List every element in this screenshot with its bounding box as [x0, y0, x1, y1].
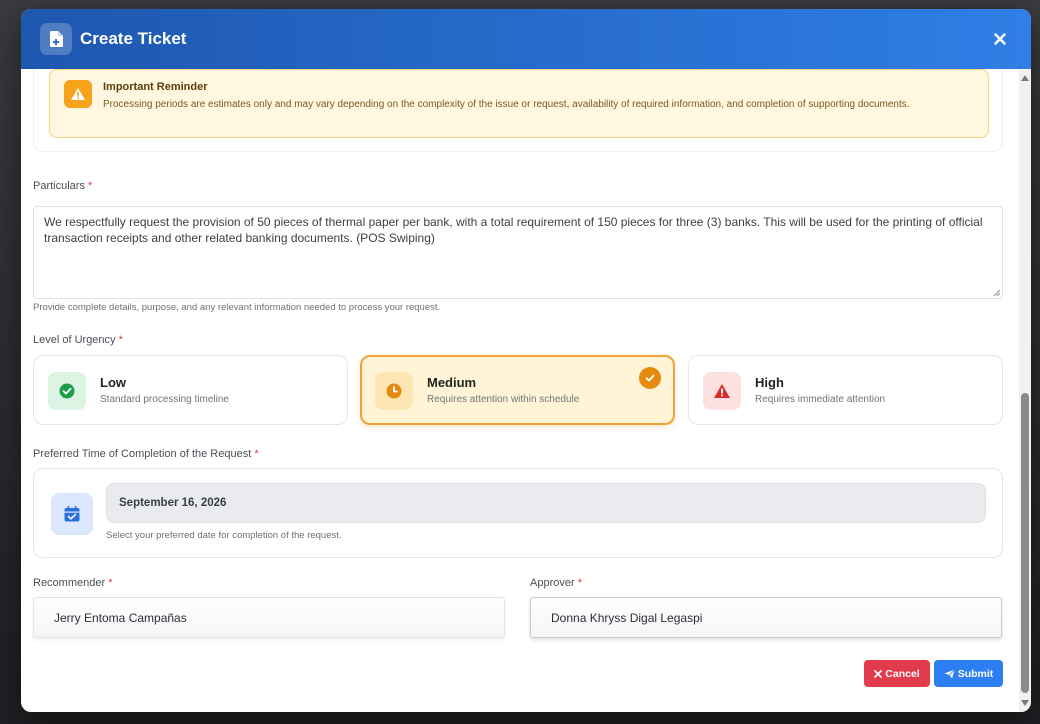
calendar-check-icon: [51, 493, 93, 535]
cancel-label: Cancel: [885, 667, 920, 680]
resize-grip-icon[interactable]: [991, 287, 1001, 297]
submit-label: Submit: [957, 667, 994, 680]
warning-icon: [64, 80, 92, 108]
scroll-thumb[interactable]: [1021, 393, 1029, 693]
required-mark: *: [88, 180, 93, 192]
particulars-label-text: Particulars: [33, 180, 85, 192]
urgency-title: Medium: [427, 375, 477, 390]
required-mark: *: [254, 448, 259, 460]
urgency-desc: Requires immediate attention: [755, 394, 886, 405]
urgency-option-high[interactable]: High Requires immediate attention: [688, 355, 1003, 425]
approver-select[interactable]: Donna Khryss Digal Legaspi: [530, 597, 1002, 638]
check-circle-icon: [48, 372, 86, 410]
modal-body: Important Reminder Processing periods ar…: [21, 69, 1019, 712]
urgency-title: Low: [100, 375, 126, 390]
urgency-desc: Requires attention within schedule: [427, 394, 580, 405]
completion-help: Select your preferred date for completio…: [106, 530, 342, 541]
urgency-title: High: [755, 375, 784, 390]
approver-value: Donna Khryss Digal Legaspi: [551, 610, 703, 625]
urgency-option-medium[interactable]: Medium Requires attention within schedul…: [360, 355, 675, 425]
completion-date-input[interactable]: [106, 483, 986, 523]
modal-header: Create Ticket: [21, 9, 1031, 69]
selected-check-icon: [639, 367, 661, 389]
urgency-label: Level of Urgency *: [33, 334, 123, 346]
reminder-title: Important Reminder: [103, 81, 208, 93]
recommender-label-text: Recommender: [33, 577, 106, 589]
close-button[interactable]: [988, 27, 1012, 51]
close-icon: [994, 33, 1006, 45]
submit-button[interactable]: Submit: [934, 660, 1003, 687]
recommender-select[interactable]: Jerry Entoma Campañas: [33, 597, 505, 638]
scroll-down-arrow-icon[interactable]: [1021, 700, 1029, 706]
particulars-textarea[interactable]: We respectfully request the provision of…: [33, 206, 1003, 299]
modal-scrollbar[interactable]: [1019, 69, 1031, 712]
document-icon: [40, 23, 72, 55]
approver-label-text: Approver: [530, 577, 575, 589]
completion-label-text: Preferred Time of Completion of the Requ…: [33, 448, 252, 460]
completion-date-card: Select your preferred date for completio…: [33, 468, 1003, 558]
clock-icon: [375, 372, 413, 410]
completion-label: Preferred Time of Completion of the Requ…: [33, 448, 259, 460]
required-mark: *: [577, 577, 582, 589]
required-mark: *: [108, 577, 113, 589]
warning-icon: [703, 372, 741, 410]
reminder-text: Processing periods are estimates only an…: [103, 99, 910, 110]
modal-title: Create Ticket: [80, 29, 187, 48]
reminder-card: Important Reminder Processing periods ar…: [33, 69, 1003, 152]
scroll-up-arrow-icon[interactable]: [1021, 75, 1029, 81]
times-icon: [874, 669, 883, 678]
recommender-label: Recommender *: [33, 577, 112, 589]
particulars-label: Particulars *: [33, 180, 92, 192]
create-ticket-modal: Create Ticket Important Reminder Process…: [21, 9, 1031, 712]
required-mark: *: [118, 334, 123, 346]
particulars-help: Provide complete details, purpose, and a…: [33, 302, 441, 313]
urgency-label-text: Level of Urgency: [33, 334, 116, 346]
cancel-button[interactable]: Cancel: [864, 660, 930, 687]
urgency-option-low[interactable]: Low Standard processing timeline: [33, 355, 348, 425]
reminder-box: Important Reminder Processing periods ar…: [49, 69, 989, 138]
paper-plane-icon: [944, 668, 955, 678]
approver-label: Approver *: [530, 577, 582, 589]
recommender-value: Jerry Entoma Campañas: [54, 610, 187, 625]
urgency-desc: Standard processing timeline: [100, 394, 229, 405]
